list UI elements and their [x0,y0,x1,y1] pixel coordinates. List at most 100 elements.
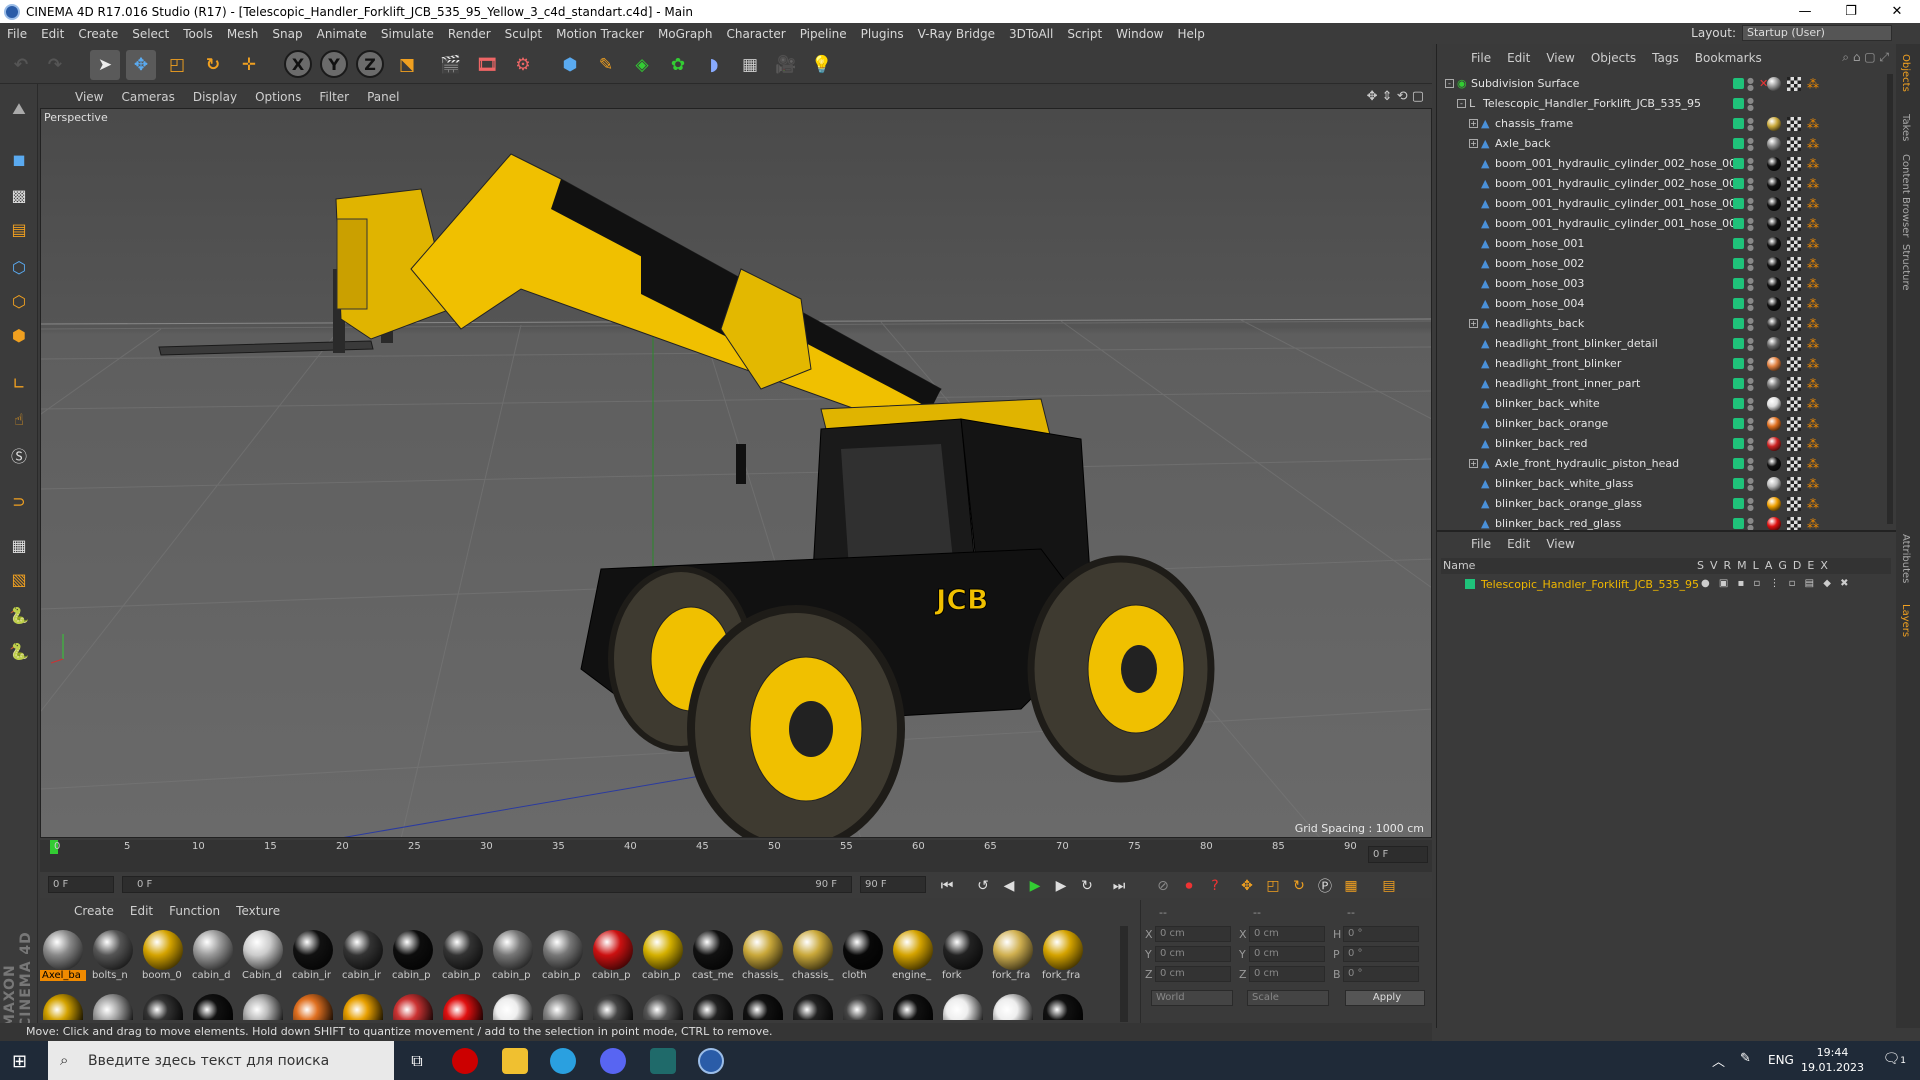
taskbar-clock[interactable]: 19:44 19.01.2023 [1801,1045,1864,1075]
menu-character[interactable]: Character [719,27,792,41]
object-name[interactable]: chassis_frame [1495,117,1573,130]
transform-tool-icon[interactable]: ✛ [234,50,264,80]
selection-tag-icon[interactable]: ⁂ [1807,238,1819,250]
object-name[interactable]: boom_hose_001 [1495,237,1584,250]
material-tag-icon[interactable] [1767,277,1781,291]
material-swatch-partial[interactable] [243,994,283,1020]
layer-color-icon[interactable] [1733,498,1744,509]
cube-primitive-icon[interactable]: ⬢ [555,50,585,80]
uvw-tag-icon[interactable] [1787,77,1801,91]
python-icon[interactable]: 🐍 [4,600,34,630]
obj-menu-file[interactable]: File [1463,51,1499,65]
magnet-icon[interactable]: ⊃ [4,486,34,516]
material-swatch-partial[interactable] [93,994,133,1020]
cloner-icon[interactable]: ✿ [663,50,693,80]
close-button[interactable]: ✕ [1874,0,1920,23]
layer-color-icon[interactable] [1733,198,1744,209]
layer-column-header[interactable]: L [1753,559,1759,572]
menu-help[interactable]: Help [1170,27,1211,41]
coordinate-space-dropdown[interactable]: World [1151,990,1233,1006]
material-swatch[interactable]: Cabin_d [240,928,286,986]
uvw-tag-icon[interactable] [1787,197,1801,211]
telegram-icon[interactable] [550,1048,576,1074]
viewport-menu-panel[interactable]: Panel [358,90,408,104]
visibility-dots-icon[interactable]: ● ● [1747,397,1754,412]
grid-icon[interactable]: ▦ [4,530,34,560]
layer-column-header[interactable]: E [1807,559,1814,572]
language-indicator[interactable]: ENG [1768,1053,1794,1067]
material-tag-icon[interactable] [1767,77,1781,91]
obj-menu-objects[interactable]: Objects [1583,51,1644,65]
object-row[interactable]: ▲ boom_hose_004 ● ● ⁂ [1437,294,1891,314]
layer-color-icon[interactable] [1733,438,1744,449]
move-tool-icon[interactable]: ✥ [126,50,156,80]
object-name[interactable]: headlight_front_blinker_detail [1495,337,1658,350]
selection-tag-icon[interactable]: ⁂ [1807,378,1819,390]
layer-color-icon[interactable] [1733,178,1744,189]
expand-toggle-icon[interactable]: + [1469,459,1478,468]
selection-tag-icon[interactable]: ⁂ [1807,358,1819,370]
object-name[interactable]: blinker_back_red [1495,437,1588,450]
layer-column-header[interactable]: R [1724,559,1732,572]
object-tree-scrollbar[interactable] [1887,74,1893,524]
object-row[interactable]: ▲ blinker_back_red ● ● ⁂ [1437,434,1891,454]
material-tag-icon[interactable] [1767,397,1781,411]
play-icon[interactable]: ▶ [1024,875,1046,897]
viewport-nav-icons[interactable]: ✥ ⇕ ⟲ ▢ [1367,89,1424,104]
material-swatch-partial[interactable] [793,994,833,1020]
uvw-tag-icon[interactable] [1787,417,1801,431]
object-name[interactable]: Axle_front_hydraulic_piston_head [1495,457,1679,470]
tray-chevron-icon[interactable]: ︿ [1712,1051,1725,1070]
key-rotation-icon[interactable]: ↻ [1288,875,1310,897]
object-row[interactable]: ▲ blinker_back_orange_glass ● ● ⁂ [1437,494,1891,514]
layer-color-icon[interactable] [1733,218,1744,229]
menu-motion-tracker[interactable]: Motion Tracker [549,27,651,41]
tab-content-browser[interactable]: Content Browser [1900,154,1911,237]
rotate-tool-icon[interactable]: ↻ [198,50,228,80]
selection-tag-icon[interactable]: ⁂ [1807,278,1819,290]
minimize-button[interactable]: — [1782,0,1828,23]
model-mode-icon[interactable]: ◼ [4,144,34,174]
visibility-dots-icon[interactable]: ● ● [1747,517,1754,532]
viewport-menu-cameras[interactable]: Cameras [112,90,183,104]
object-name[interactable]: boom_hose_003 [1495,277,1584,290]
layer-color-icon[interactable] [1733,458,1744,469]
axis-mode-icon[interactable]: ∟ [4,368,34,398]
layer-color-icon[interactable] [1733,258,1744,269]
go-to-start-icon[interactable]: ⏮ [936,875,958,897]
material-tag-icon[interactable] [1767,337,1781,351]
layer-color-icon[interactable] [1733,238,1744,249]
object-row[interactable]: ▲ headlight_front_inner_part ● ● ⁂ [1437,374,1891,394]
material-swatch-partial[interactable] [893,994,933,1020]
selection-tag-icon[interactable]: ⁂ [1807,318,1819,330]
visibility-dots-icon[interactable]: ● ● [1747,197,1754,212]
menu-plugins[interactable]: Plugins [854,27,911,41]
notification-icon[interactable]: 🗨1 [1882,1051,1906,1067]
discord-icon[interactable] [600,1048,626,1074]
layer-menu-view[interactable]: View [1538,537,1582,551]
layer-column-header[interactable]: M [1737,559,1747,572]
object-row[interactable]: ▲ boom_001_hydraulic_cylinder_002_hose_00… [1437,174,1891,194]
3d-viewport[interactable]: JCB [40,108,1432,838]
menu-select[interactable]: Select [125,27,176,41]
material-swatch[interactable]: cabin_ir [340,928,386,986]
menu-edit[interactable]: Edit [34,27,71,41]
axis-x-button[interactable]: X [284,50,312,78]
scale-tool-icon[interactable]: ◰ [162,50,192,80]
subdivision-surface-icon[interactable]: ◈ [627,50,657,80]
next-key-icon[interactable]: ↻ [1076,875,1098,897]
menu-animate[interactable]: Animate [310,27,374,41]
uvw-tag-icon[interactable] [1787,217,1801,231]
key-pla-icon[interactable]: ▦ [1340,875,1362,897]
autokey-icon[interactable]: ⏺ [1178,875,1200,897]
key-parameter-icon[interactable]: Ⓟ [1314,875,1336,897]
selection-tag-icon[interactable]: ⁂ [1807,498,1819,510]
redo-icon[interactable]: ↷ [40,50,70,80]
viewport-menu-display[interactable]: Display [184,90,246,104]
object-name[interactable]: boom_hose_004 [1495,297,1584,310]
visibility-dots-icon[interactable]: ● ● [1747,97,1754,112]
selection-tag-icon[interactable]: ⁂ [1807,198,1819,210]
visibility-dots-icon[interactable]: ● ● [1747,117,1754,132]
selection-tag-icon[interactable]: ⁂ [1807,458,1819,470]
object-row[interactable]: + ▲ Axle_back ● ● ⁂ [1437,134,1891,154]
